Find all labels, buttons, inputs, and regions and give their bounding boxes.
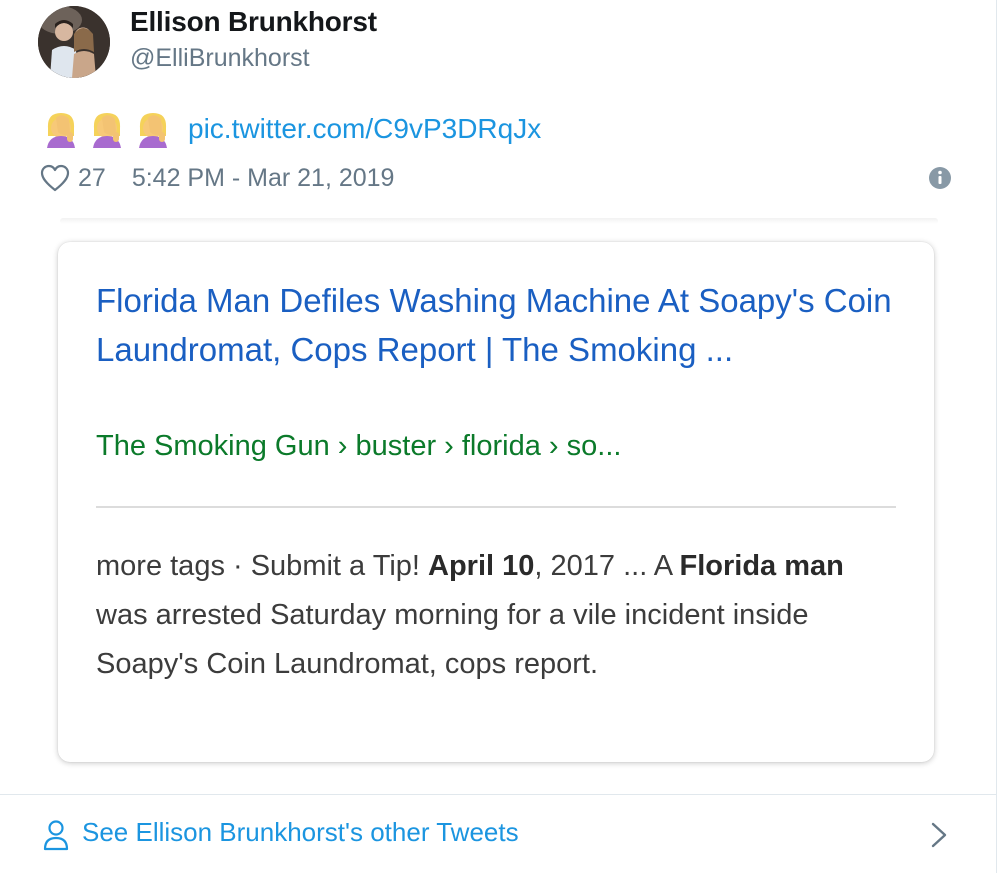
divider bbox=[60, 218, 938, 224]
tweet-text: pic.twitter.com/C9vP3DRqJx bbox=[44, 108, 541, 150]
info-icon[interactable] bbox=[928, 166, 952, 190]
chevron-right-icon[interactable] bbox=[930, 821, 948, 849]
like-count[interactable]: 27 bbox=[78, 164, 106, 193]
heart-icon[interactable] bbox=[40, 164, 70, 192]
user-icon bbox=[42, 819, 70, 851]
other-tweets-footer[interactable]: See Ellison Brunkhorst's other Tweets bbox=[0, 794, 996, 873]
search-result-title: Florida Man Defiles Washing Machine At S… bbox=[96, 282, 892, 368]
see-other-tweets-link[interactable]: See Ellison Brunkhorst's other Tweets bbox=[82, 817, 519, 848]
search-result-snippet: more tags · Submit a Tip! April 10, 2017… bbox=[96, 542, 896, 689]
snippet-text: , 2017 ... A bbox=[534, 550, 680, 582]
facepalm-icon bbox=[136, 110, 170, 148]
tweet-media-link[interactable]: pic.twitter.com/C9vP3DRqJx bbox=[188, 113, 541, 145]
tweet-embed: Ellison Brunkhorst @ElliBrunkhorst pic.t… bbox=[0, 0, 997, 873]
author-handle[interactable]: @ElliBrunkhorst bbox=[130, 44, 310, 73]
avatar-photo bbox=[38, 6, 110, 78]
avatar[interactable] bbox=[38, 6, 110, 78]
tweet-timestamp[interactable]: 5:42 PM - Mar 21, 2019 bbox=[132, 164, 395, 193]
tweet-meta-row: 27 5:42 PM - Mar 21, 2019 bbox=[40, 160, 960, 196]
result-divider bbox=[96, 506, 896, 508]
facepalm-icon bbox=[90, 110, 124, 148]
search-result-breadcrumb: The Smoking Gun › buster › florida › so.… bbox=[96, 430, 622, 462]
snippet-text: was arrested Saturday morning for a vile… bbox=[96, 599, 809, 680]
snippet-bold-phrase: Florida man bbox=[679, 550, 844, 582]
snippet-bold-date: April 10 bbox=[428, 550, 535, 582]
author-display-name[interactable]: Ellison Brunkhorst bbox=[130, 6, 377, 38]
snippet-text: more tags · Submit a Tip! bbox=[96, 550, 429, 582]
facepalm-icon bbox=[44, 110, 78, 148]
attached-screenshot-card[interactable]: Florida Man Defiles Washing Machine At S… bbox=[58, 242, 934, 762]
